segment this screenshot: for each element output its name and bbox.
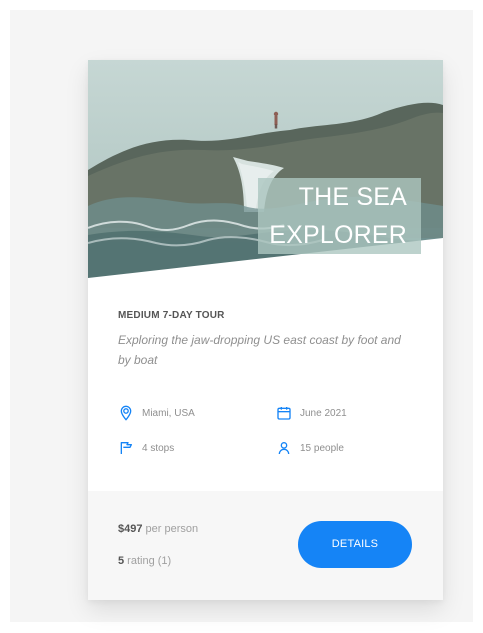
date-text: June 2021 [300, 407, 347, 419]
meta-date: June 2021 [276, 405, 347, 421]
tour-title-line-1: THE SEA [298, 183, 407, 211]
price-amount: $497 [118, 523, 143, 535]
page-background: THE SEA EXPLORER MEDIUM 7-DAY TOUR Explo… [10, 10, 473, 622]
tour-hero-image: THE SEA EXPLORER [88, 60, 443, 290]
calendar-icon [277, 407, 291, 420]
tour-description: Exploring the jaw-dropping US east coast… [118, 333, 401, 367]
stops-text: 4 stops [142, 442, 175, 454]
map-pin-icon [120, 405, 132, 421]
rating-line: 5 rating (1) [118, 555, 171, 567]
rating-suffix: rating (1) [124, 555, 172, 567]
meta-people: 15 people [276, 440, 344, 456]
tour-meta: Miami, USA June 2021 4 stops 15 people [118, 405, 418, 460]
location-text: Miami, USA [142, 407, 195, 419]
price-line: $497 per person [118, 523, 198, 535]
people-text: 15 people [300, 442, 344, 454]
meta-stops: 4 stops [118, 440, 174, 456]
sea-arch-image [88, 60, 443, 290]
meta-location: Miami, USA [118, 405, 195, 421]
tour-card: THE SEA EXPLORER MEDIUM 7-DAY TOUR Explo… [88, 60, 443, 600]
user-icon [278, 442, 290, 455]
tour-title-box: THE SEA EXPLORER [258, 178, 421, 254]
details-button[interactable]: DETAILS [298, 521, 412, 568]
tour-card-footer: $497 per person 5 rating (1) DETAILS [88, 491, 443, 600]
tour-subtitle: MEDIUM 7-DAY TOUR [118, 310, 225, 321]
flag-icon [120, 442, 132, 454]
price-suffix: per person [142, 523, 199, 535]
tour-title-line-2: EXPLORER [269, 221, 407, 249]
